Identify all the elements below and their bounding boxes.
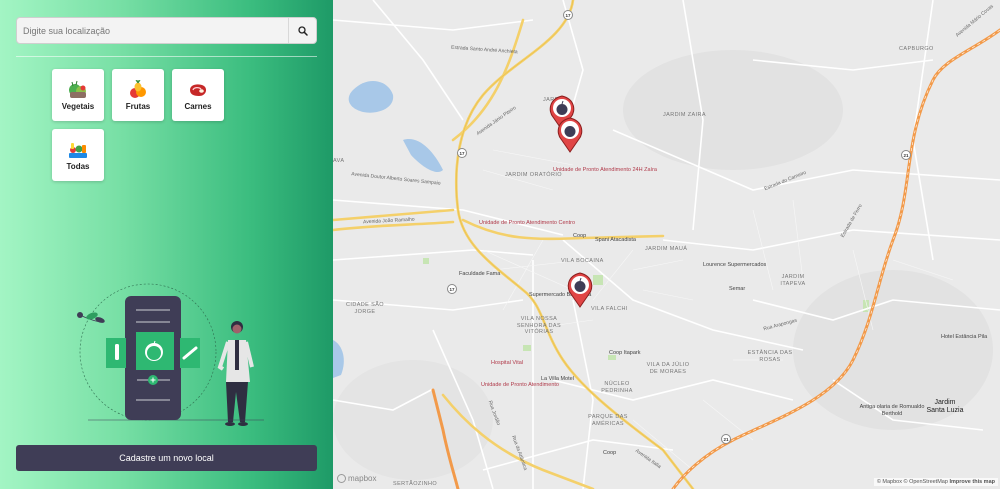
improve-map-link[interactable]: Improve this map	[949, 479, 995, 485]
district-label: SERTÃOZINHO	[393, 481, 438, 487]
poi-label[interactable]: Unidade de Pronto Atendimento Centro	[479, 220, 575, 227]
sidebar: Vegetais Frutas Carnes Todas	[0, 0, 333, 489]
district-label: JARDIM ITAPEVA	[780, 274, 806, 287]
category-label: Todas	[66, 161, 90, 171]
search-input[interactable]	[17, 18, 288, 43]
district-label: JARDIM MAUÁ	[645, 246, 688, 252]
search-box	[16, 17, 317, 44]
register-location-button[interactable]: Cadastre um novo local	[16, 445, 317, 471]
poi-label[interactable]: Coop	[573, 233, 586, 240]
district-label: VILA DA JÚLIO DE MORAES	[646, 362, 690, 375]
poi-label[interactable]: Antiga olaria de Romualdo Berthold	[857, 404, 927, 417]
district-label: CAPBURGO	[899, 46, 934, 52]
poi-label[interactable]: Coop	[603, 450, 616, 457]
poi-label[interactable]: Faculdade Fama	[459, 271, 500, 278]
poi-label[interactable]: Unidade de Pronto Atendimento	[481, 382, 559, 389]
poi-label[interactable]: Lourence Supermercados	[703, 262, 766, 269]
map-attribution: © Mapbox © OpenStreetMap Improve this ma…	[873, 478, 998, 486]
store-pin[interactable]	[565, 270, 595, 308]
mapbox-icon	[337, 474, 346, 483]
route-shield: 17	[447, 284, 457, 294]
district-label: VILA BOCAINA	[561, 258, 604, 264]
poi-label[interactable]: La Villa Motel	[541, 376, 574, 383]
district-label: VILA FALCHI	[591, 306, 628, 312]
city-label: Jardim Santa Luzia	[926, 399, 964, 415]
category-label: Vegetais	[61, 101, 95, 111]
district-label: NÚCLEO PEDRINHA	[601, 381, 633, 394]
district-label: AVA	[333, 158, 345, 164]
poi-label[interactable]: Coop Itapark	[609, 350, 641, 357]
mobile-shopping-illustration	[77, 283, 264, 426]
category-all[interactable]: Todas	[52, 129, 104, 181]
all-food-icon	[69, 142, 87, 158]
search-button[interactable]	[288, 18, 316, 43]
district-label: JARDIM ZAIRA	[663, 112, 706, 118]
map[interactable]: JARDIM JARDIM ZAIRA JARDIM ORATÓRIO JARD…	[333, 0, 1000, 489]
poi-label[interactable]: Semar	[729, 286, 745, 293]
category-label: Frutas	[125, 101, 151, 111]
search-icon	[297, 25, 308, 36]
district-label: VILA NOSSA SENHORA DAS VITÓRIAS	[516, 316, 562, 336]
divider	[16, 56, 317, 57]
mapbox-logo[interactable]: mapbox	[337, 474, 376, 483]
poi-label[interactable]: Hospital Vital	[491, 360, 523, 367]
apple-icon	[564, 126, 576, 137]
poi-label[interactable]: Spani Atacadista	[595, 237, 636, 244]
category-label: Carnes	[184, 101, 212, 111]
category-meats[interactable]: Carnes	[172, 69, 224, 121]
fruits-icon	[130, 79, 146, 98]
apple-icon	[574, 281, 586, 292]
route-shield: 17	[563, 10, 573, 20]
vegetables-icon	[69, 80, 86, 98]
route-shield: 21	[721, 434, 731, 444]
route-shield: 17	[457, 148, 467, 158]
district-label: PARQUE DAS AMÉRICAS	[588, 414, 628, 427]
store-pin[interactable]	[555, 115, 585, 153]
poi-label[interactable]: Hotel Estância Pila	[941, 334, 987, 341]
route-shield: 21	[901, 150, 911, 160]
district-label: CIDADE SÃO JORGE	[346, 302, 384, 315]
meat-icon	[190, 83, 207, 96]
apple-icon	[556, 104, 568, 115]
category-fruits[interactable]: Frutas	[112, 69, 164, 121]
poi-label[interactable]: Unidade de Pronto Atendimento 24H Zaíra	[553, 167, 657, 174]
district-label: ESTÂNCIA DAS ROSAS	[747, 350, 793, 363]
category-vegetables[interactable]: Vegetais	[52, 69, 104, 121]
